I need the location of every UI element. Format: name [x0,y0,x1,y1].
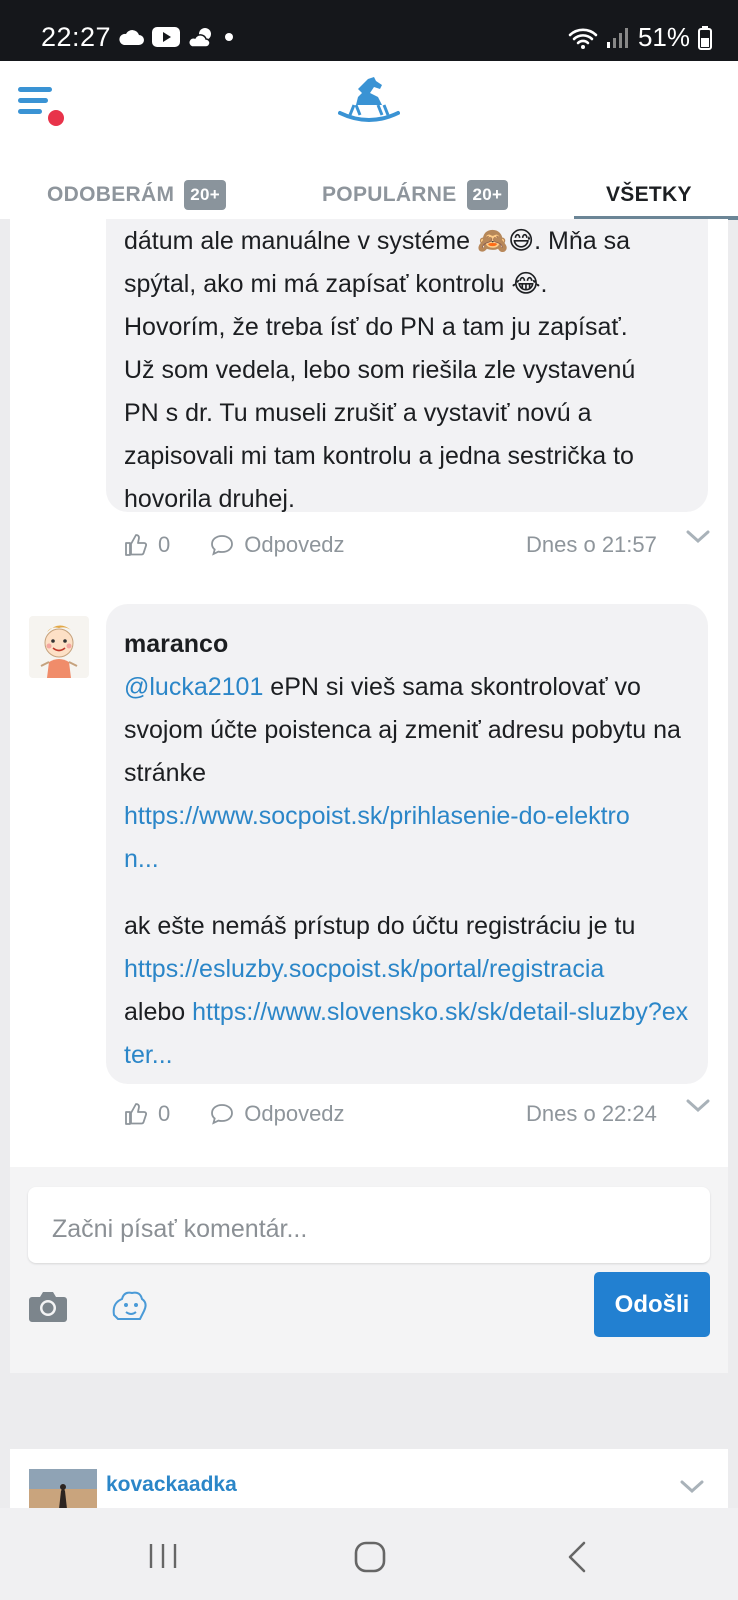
menu-icon-bar [18,98,48,103]
external-link[interactable]: https://esluzby.socpoist.sk/portal/regis… [124,955,604,983]
comment-line: hovorila druhej. [124,485,295,513]
post-author[interactable]: kovackaadka [106,1473,237,1497]
like-button[interactable]: 0 [124,532,170,558]
tab-badge: 20+ [466,180,509,210]
comment-time: Dnes o 21:57 [526,532,657,557]
tab-badge: 20+ [184,180,226,210]
external-link[interactable]: https://www.socpoist.sk/prihlasenie-do-e… [124,795,644,881]
avatar[interactable] [29,616,89,678]
comment-author[interactable]: maranco [124,626,690,662]
comments-section: dátum ale manuálne v systéme 🙈😅. Mňa sa … [10,219,728,1373]
like-button[interactable]: 0 [124,1101,170,1127]
back-icon[interactable] [566,1540,588,1574]
comment-bubble: maranco @lucka2101 ePN si vieš sama skon… [106,604,708,1084]
status-notification-icons [118,26,236,48]
external-link[interactable]: https://www.slovensko.sk/sk/detail-sluzb… [124,998,688,1069]
comment-line: dátum ale manuálne v systéme 🙈😅. Mňa sa [124,227,631,255]
comment-text: ak ešte nemáš prístup do účtu registráci… [124,905,690,1077]
chevron-down-icon[interactable] [680,1479,704,1495]
reply-label: Odpovedz [244,1101,345,1126]
comment-text: dátum ale manuálne v systéme 🙈😅. Mňa sa … [124,220,690,521]
comment-input[interactable]: Začni písať komentár... [28,1187,710,1263]
thumbs-up-icon [125,534,148,556]
comment-line: Hovorím, že treba ísť do PN a tam ju zap… [124,313,628,341]
comment-text-part: ak ešte nemáš prístup do účtu registráci… [124,912,636,940]
speech-bubble-icon [211,535,234,556]
reply-button[interactable]: Odpovedz [210,532,345,558]
chevron-down-icon[interactable] [686,529,710,545]
app-header: ODOBERÁM 20+ POPULÁRNE 20+ VŠETKY [0,61,738,220]
camera-icon[interactable] [28,1289,68,1323]
signal-icon [606,27,628,48]
home-icon[interactable] [354,1541,386,1573]
comment-line: PN s dr. Tu museli zrušiť a vystaviť nov… [124,399,592,427]
comment-text: @lucka2101 ePN si vieš sama skontrolovať… [124,666,690,881]
battery-icon [698,25,712,50]
wifi-icon [568,28,598,49]
comment-line: zapisovali mi tam kontrolu a jedna sestr… [124,442,634,470]
tab-subscribed[interactable]: ODOBERÁM 20+ [47,171,226,219]
speech-bubble-icon [211,1104,234,1125]
tab-label: POPULÁRNE [322,183,457,206]
cloud-icon [119,30,144,45]
menu-button[interactable] [18,87,64,127]
status-time: 22:27 [41,22,112,52]
battery-percent: 51% [637,22,690,52]
rocking-horse-logo-icon[interactable] [338,75,400,125]
notification-dot [48,110,64,126]
comment-time: Dnes o 22:24 [526,1101,657,1126]
avatar[interactable] [29,1469,97,1509]
status-bar: 22:27 51% [0,0,738,61]
tab-label: ODOBERÁM [47,183,175,206]
feed-tabs: ODOBERÁM 20+ POPULÁRNE 20+ VŠETKY [0,171,738,220]
reply-label: Odpovedz [244,532,345,557]
user-mention-link[interactable]: @lucka2101 [124,673,263,701]
comment-bubble: dátum ale manuálne v systéme 🙈😅. Mňa sa … [106,219,708,513]
sticker-icon[interactable] [108,1285,150,1325]
tab-label: VŠETKY [606,183,692,206]
comment-composer: Začni písať komentár... Odošli [10,1167,728,1373]
dot-icon [225,33,233,41]
comment-actions: 0 Odpovedz Dnes o 21:57 [124,525,714,565]
tab-popular[interactable]: POPULÁRNE 20+ [322,171,509,219]
system-navigation-bar [0,1508,738,1600]
thumbs-up-icon [125,1103,148,1125]
menu-icon [18,87,52,92]
weather-icon [188,28,211,48]
chevron-down-icon[interactable] [686,1098,710,1114]
send-button[interactable]: Odošli [594,1272,710,1337]
comment-text-part: alebo [124,998,186,1026]
recent-apps-icon[interactable] [148,1542,178,1570]
menu-icon-bar [18,109,42,114]
like-count: 0 [158,1101,171,1126]
reply-button[interactable]: Odpovedz [210,1101,345,1127]
status-system-icons: 51% [568,22,712,53]
tab-all[interactable]: VŠETKY [606,171,692,219]
youtube-icon [152,27,180,47]
comment-line: Už som vedela, lebo som riešila zle vyst… [124,356,636,384]
comment-actions: 0 Odpovedz Dnes o 22:24 [124,1094,714,1134]
like-count: 0 [158,532,171,557]
comment-line: spýtal, ako mi má zapísať kontrolu 😂. [124,270,548,298]
